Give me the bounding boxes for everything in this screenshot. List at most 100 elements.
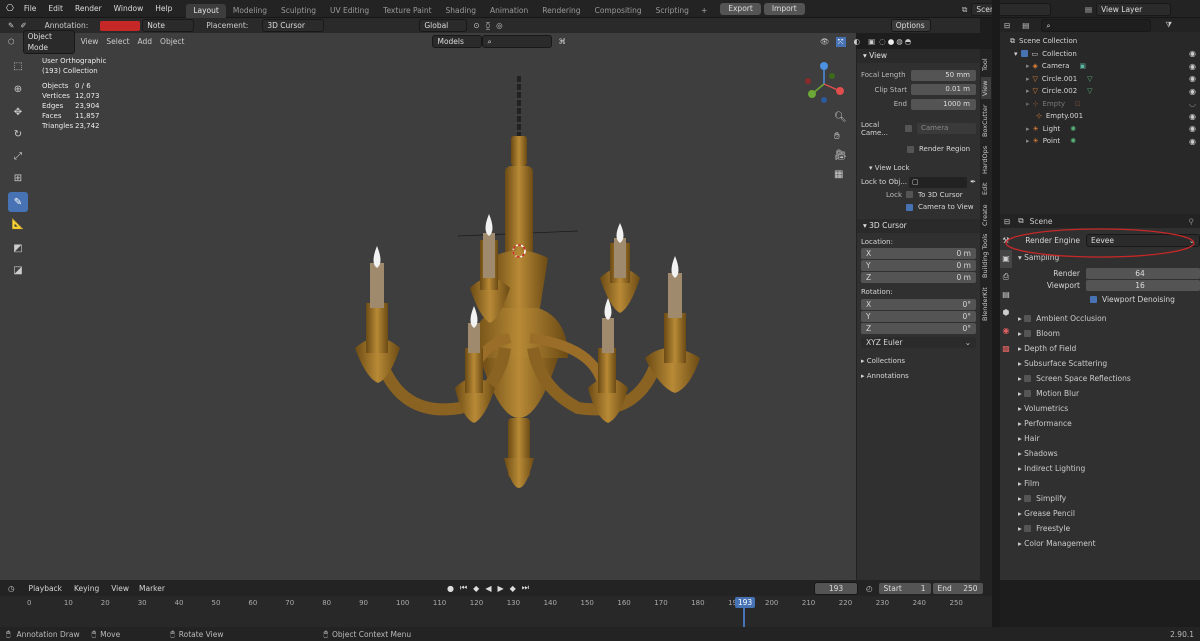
- menu-select[interactable]: Select: [106, 37, 129, 46]
- pivot-icon[interactable]: ⊙: [473, 21, 479, 30]
- render-region-row[interactable]: Render Region: [857, 143, 980, 156]
- world-tab-icon[interactable]: ◉: [1000, 322, 1012, 340]
- annotate-tool-icon[interactable]: ✐: [20, 21, 26, 30]
- section-simplify[interactable]: ▸ Simplify: [1016, 491, 1200, 506]
- move-icon[interactable]: ✥: [8, 102, 28, 122]
- render-samples-field[interactable]: 64: [1086, 267, 1200, 279]
- collections-panel-header[interactable]: ▸ Collections: [857, 354, 980, 369]
- section-bloom[interactable]: ▸ Bloom: [1016, 326, 1200, 341]
- section-volumetrics[interactable]: ▸ Volumetrics: [1016, 401, 1200, 416]
- scene-selector[interactable]: ⧉ Scene: [962, 3, 1052, 16]
- section-subsurface-scattering[interactable]: ▸ Subsurface Scattering: [1016, 356, 1200, 371]
- material-shading-icon[interactable]: ◍: [896, 37, 903, 46]
- cursor-rotation-y[interactable]: Y 0°: [861, 310, 976, 322]
- tab-rendering[interactable]: Rendering: [535, 4, 587, 18]
- jump-start-icon[interactable]: ⏮: [460, 583, 467, 593]
- tab-uv-editing[interactable]: UV Editing: [323, 4, 376, 18]
- section-motion-blur[interactable]: ▸ Motion Blur: [1016, 386, 1200, 401]
- section-hair[interactable]: ▸ Hair: [1016, 431, 1200, 446]
- rotation-mode-select[interactable]: XYZ Euler ⌄: [861, 336, 976, 348]
- menu-playback[interactable]: Playback: [29, 584, 62, 593]
- annotate-icon[interactable]: ✎: [8, 192, 28, 212]
- view-lock-header[interactable]: ▾ View Lock: [857, 162, 980, 175]
- blender-logo-icon[interactable]: ⎔: [0, 4, 18, 14]
- frame-ruler[interactable]: 0 10 20 30 40 50 60 70 80 90 100 110 120 130 140 150 160…: [0, 597, 992, 611]
- annotation-color-swatch[interactable]: [100, 20, 141, 31]
- tab-hardops[interactable]: HardOps: [981, 144, 991, 176]
- tab-edit[interactable]: Edit: [981, 181, 991, 197]
- tab-view[interactable]: View: [981, 77, 991, 99]
- cursor-location-x[interactable]: X0 m: [861, 248, 976, 259]
- tab-tool[interactable]: Tool: [981, 55, 991, 75]
- eye-icon[interactable]: ◉: [1189, 74, 1196, 83]
- eye-icon[interactable]: ◉: [1189, 49, 1196, 58]
- eye-icon[interactable]: ◉: [1189, 87, 1196, 96]
- record-icon[interactable]: ●: [447, 584, 454, 593]
- tab-boxcutter[interactable]: BoxCutter: [981, 103, 991, 139]
- extrude-icon[interactable]: ◪: [8, 260, 28, 280]
- local-camera-checkbox[interactable]: [905, 125, 912, 133]
- eyedropper-icon[interactable]: ✒: [970, 178, 976, 186]
- view-layer-selector[interactable]: ▤ View Layer: [1085, 3, 1172, 16]
- menu-window[interactable]: Window: [108, 0, 150, 18]
- editor-type-icon[interactable]: ⬡: [8, 37, 15, 46]
- outliner-item-light[interactable]: ▸ ☀ Light ✺ ◉: [1000, 123, 1200, 136]
- collection-checkbox[interactable]: [1020, 50, 1028, 58]
- cursor-rotation-x[interactable]: X 0°: [861, 298, 976, 310]
- outliner-item-circle001[interactable]: ▸ ▽ Circle.001 ▽ ◉: [1000, 73, 1200, 86]
- tab-blenderkit[interactable]: BlenderKit: [981, 284, 991, 324]
- transform-icon[interactable]: ⊞: [8, 168, 28, 188]
- view-layer-field[interactable]: View Layer: [1096, 3, 1172, 16]
- scene-field[interactable]: Scene: [971, 3, 1052, 16]
- section-freestyle[interactable]: ▸ Freestyle: [1016, 521, 1200, 536]
- tab-compositing[interactable]: Compositing: [588, 4, 649, 18]
- section-film[interactable]: ▸ Film: [1016, 476, 1200, 491]
- next-key-icon[interactable]: ◆: [510, 584, 516, 593]
- menu-marker[interactable]: Marker: [139, 584, 165, 593]
- viewport-samples-field[interactable]: 16: [1086, 279, 1200, 291]
- tab-shading[interactable]: Shading: [439, 4, 483, 18]
- tab-sculpting[interactable]: Sculpting: [274, 4, 323, 18]
- view-layer-tab-icon[interactable]: ▤: [1000, 286, 1012, 304]
- rotate-icon[interactable]: ↻: [8, 124, 28, 144]
- prev-key-icon[interactable]: ◆: [473, 584, 479, 593]
- section-ambient-occlusion[interactable]: ▸ Ambient Occlusion: [1016, 311, 1200, 326]
- section-grease-pencil[interactable]: ▸ Grease Pencil: [1016, 506, 1200, 521]
- outliner-item-circle002[interactable]: ▸ ▽ Circle.002 ▽ ◉: [1000, 85, 1200, 98]
- output-tab-icon[interactable]: ⎙: [1000, 268, 1012, 286]
- overlay-icon[interactable]: ◐: [854, 37, 861, 46]
- cursor-location-z[interactable]: Z0 m: [861, 272, 976, 283]
- transform-orientation-select[interactable]: Global: [419, 19, 468, 32]
- export-button[interactable]: Export: [720, 2, 761, 15]
- viewport-denoising-row[interactable]: Viewport Denoising: [1016, 291, 1200, 307]
- zoom-icon[interactable]: 🔍︎: [834, 108, 847, 127]
- menu-timeline-view[interactable]: View: [111, 584, 129, 593]
- eye-icon[interactable]: ◉: [1189, 137, 1196, 146]
- grid-icon[interactable]: ▦: [834, 165, 847, 184]
- view-panel-header[interactable]: ▾ View: [857, 49, 980, 63]
- camera-view-icon[interactable]: 🎥︎: [834, 146, 847, 165]
- clip-start-field[interactable]: 0.01 m: [911, 84, 976, 96]
- models-search-input[interactable]: ⌕: [482, 35, 553, 48]
- outliner-item-point[interactable]: ▸ ☀ Point ✺ ◉: [1000, 135, 1200, 148]
- models-dropdown[interactable]: Models: [432, 35, 483, 48]
- options-dropdown[interactable]: Options: [890, 19, 931, 32]
- cursor-location-y[interactable]: Y0 m: [861, 260, 976, 271]
- tab-layout[interactable]: Layout: [186, 3, 226, 18]
- outliner-search-input[interactable]: ⌕: [1041, 18, 1152, 32]
- outliner-scene-collection[interactable]: ⧉ Scene Collection: [1000, 35, 1200, 48]
- tab-create[interactable]: Create: [981, 203, 991, 227]
- display-mode-icon[interactable]: ▤: [1022, 21, 1029, 30]
- jump-end-icon[interactable]: ⏭: [522, 583, 529, 593]
- pin-icon[interactable]: ⌘: [558, 37, 566, 46]
- outliner-item-empty[interactable]: ▸ ⊹ Empty ⊡ ◡: [1000, 98, 1200, 111]
- tab-texture-paint[interactable]: Texture Paint: [376, 4, 438, 18]
- navigation-gizmo[interactable]: [800, 56, 850, 116]
- eye-icon[interactable]: ◉: [1189, 112, 1196, 121]
- playhead-frame-label[interactable]: 193: [735, 597, 755, 608]
- section-color-management[interactable]: ▸ Color Management: [1016, 536, 1200, 551]
- solid-shading-icon[interactable]: ●: [888, 37, 895, 46]
- import-button[interactable]: Import: [763, 2, 805, 15]
- tab-modeling[interactable]: Modeling: [226, 4, 274, 18]
- select-box-icon[interactable]: ⬚: [8, 56, 28, 76]
